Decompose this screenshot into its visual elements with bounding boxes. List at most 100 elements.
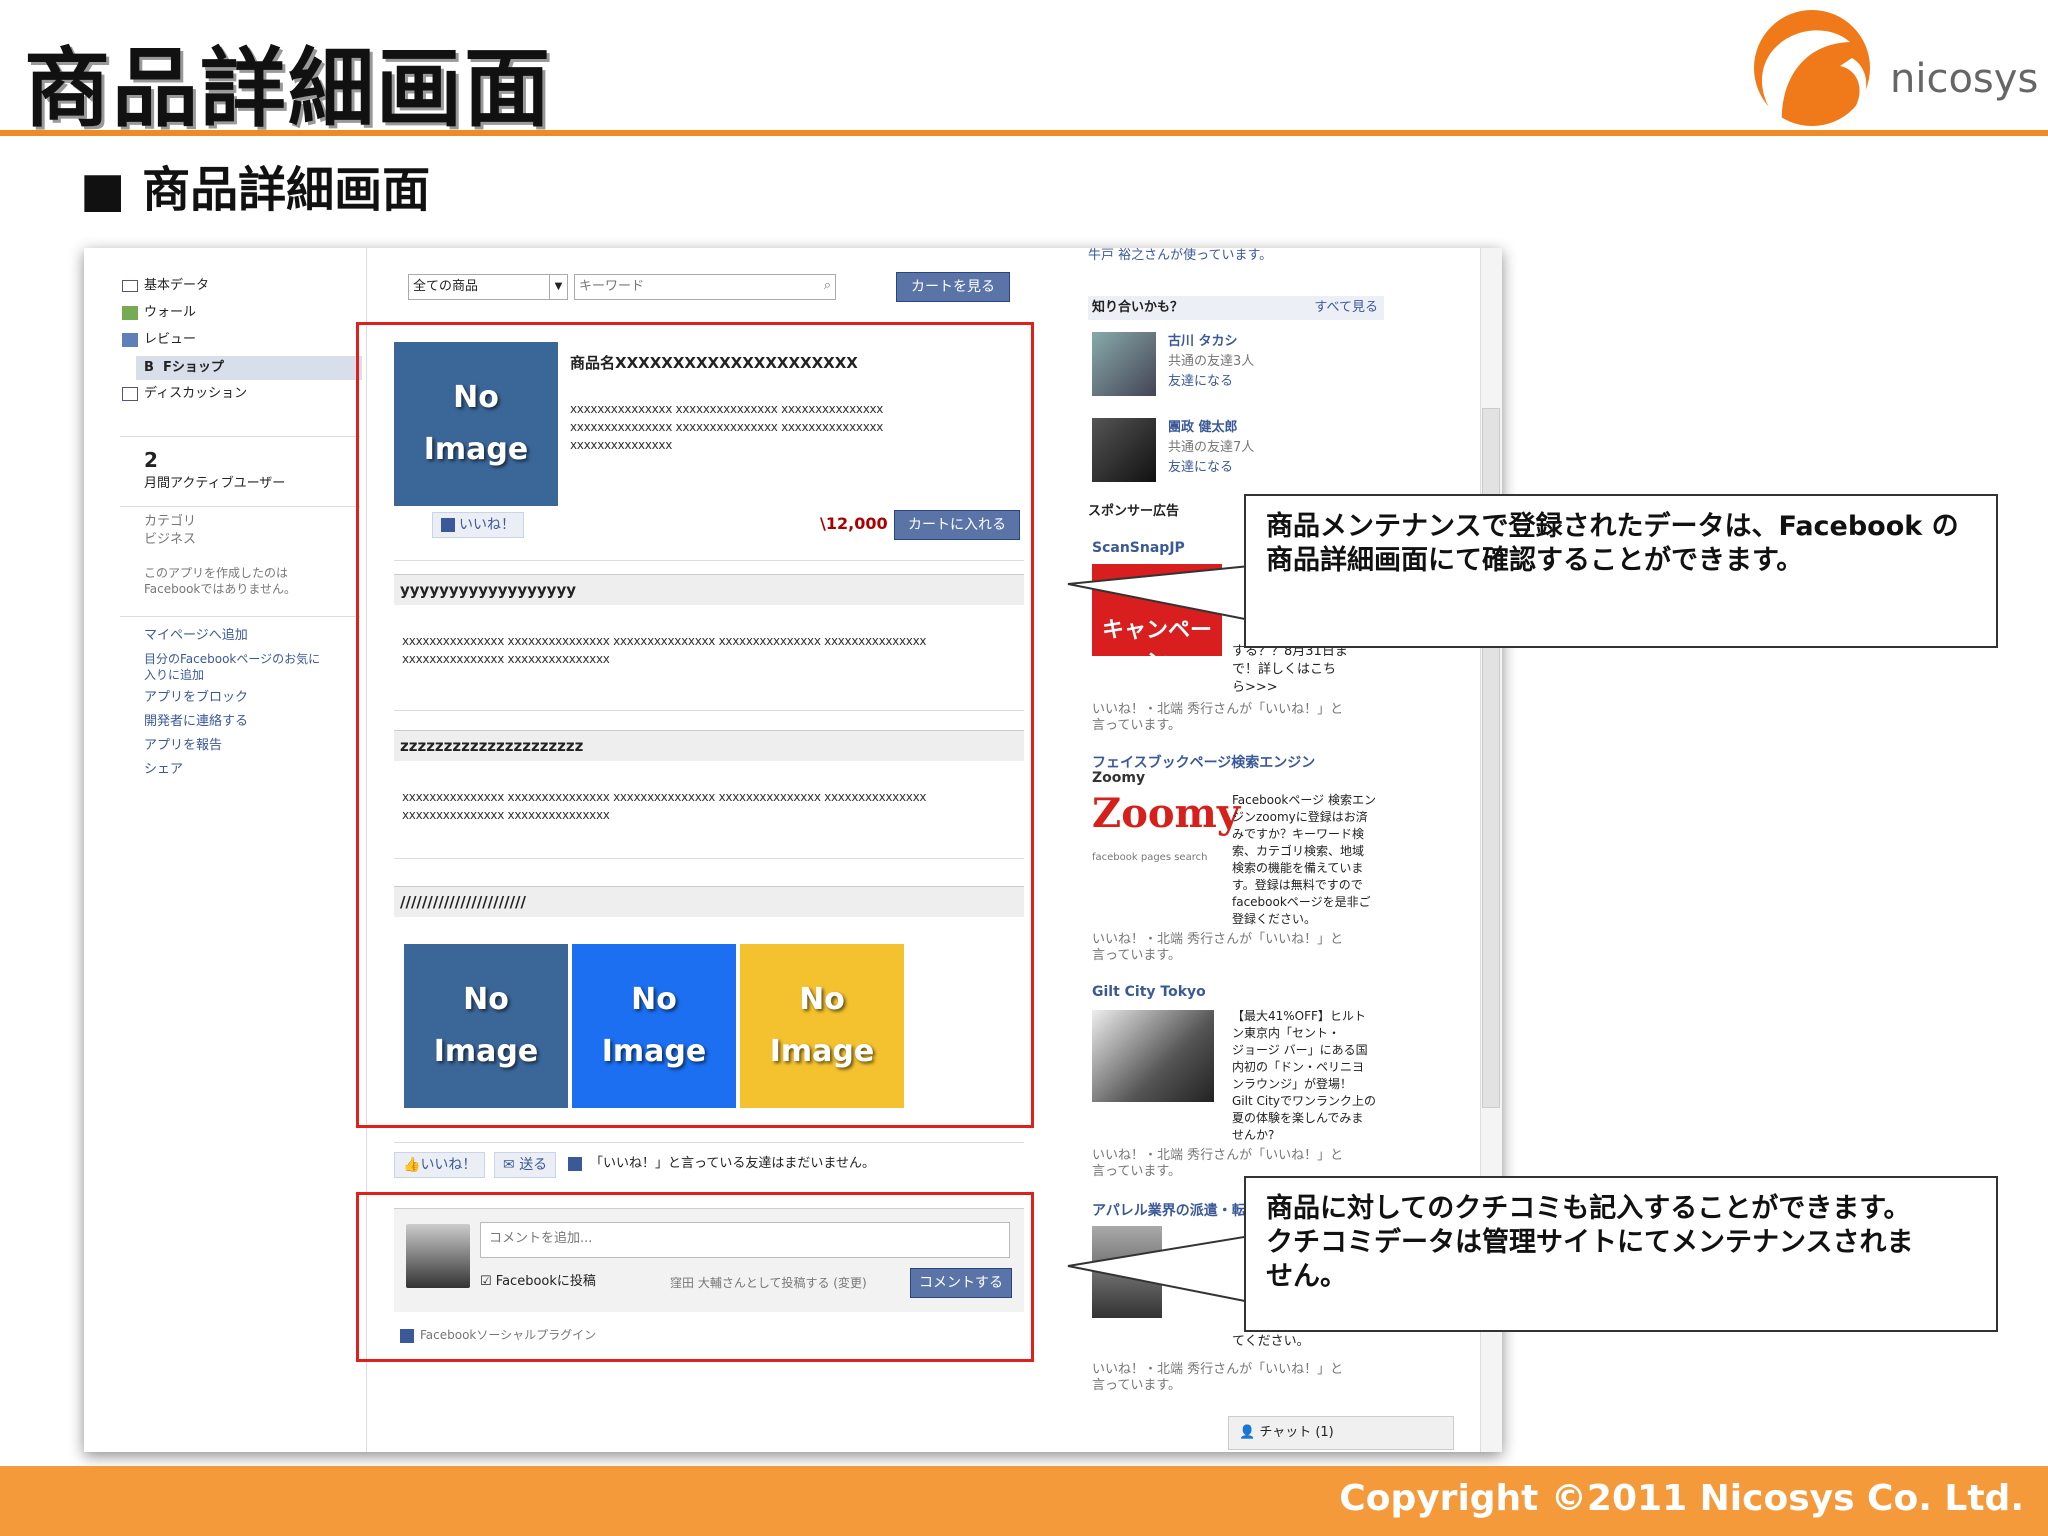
app-used-by[interactable]: 牛戸 裕之さんが使っています。: [1088, 248, 1272, 265]
block-app-link[interactable]: アプリをブロック: [144, 690, 248, 707]
nav-label: ウォール: [144, 305, 197, 320]
ad-text-block: 【最大41%OFF】ヒルト ン東京内「セント・ジョージ バー」にある国 内初の「ドン…: [1232, 1008, 1376, 1144]
add-favorite-link[interactable]: 目分のFacebookページのお気に: [144, 652, 320, 668]
chat-bar[interactable]: 👤 チャット (1): [1228, 1416, 1454, 1450]
slide-title: 商品詳細画面: [24, 39, 552, 139]
app-note: このアプリを作成したのは: [144, 566, 289, 580]
logo-text: nicosys: [1890, 56, 2039, 102]
section-heading: ■ 商品詳細画面: [80, 162, 431, 218]
report-app-link[interactable]: アプリを報告: [144, 738, 222, 755]
category-value: ビジネス: [144, 532, 197, 547]
no-likes-label: 「いいね！」と言っている友達はまだいません。: [590, 1156, 875, 1171]
callout-pointer: [1067, 564, 1251, 622]
add-to-mypage-link[interactable]: マイページへ追加: [144, 628, 248, 645]
comment-highlight: [356, 1192, 1034, 1362]
category-select[interactable]: 全ての商品 ▼: [408, 274, 568, 300]
pymk-header: 知り合いかも？ すべて見る: [1088, 296, 1384, 320]
ad-text: 登録ください。: [1232, 912, 1317, 926]
discussion-icon: [122, 387, 138, 401]
callout-text: 商品に対してのクチコミも記入することができます。: [1266, 1193, 1911, 1224]
friend-name[interactable]: 團政 健太郎: [1168, 420, 1238, 437]
add-friend-link[interactable]: 友達になる: [1168, 460, 1233, 477]
ad-text: 【最大41%OFF】ヒルト: [1232, 1009, 1366, 1023]
pymk-title: 知り合いかも？: [1092, 300, 1184, 315]
send-icon: ✉: [503, 1157, 520, 1173]
add-friend-link[interactable]: 友達になる: [1168, 374, 1233, 391]
ad-likes: 言っています。: [1092, 1164, 1182, 1179]
keyword-search-input[interactable]: キーワード ⌕: [574, 274, 836, 300]
friend-name[interactable]: 古川 タカシ: [1168, 334, 1238, 351]
callout-text: せん。: [1266, 1261, 1347, 1292]
ad-text: ン東京内「セント・: [1232, 1026, 1341, 1040]
ad-title[interactable]: アパレル業界の派遣・転: [1092, 1200, 1246, 1220]
like-label: いいね！: [420, 1157, 477, 1173]
contact-dev-link[interactable]: 開発者に連絡する: [144, 714, 248, 731]
thumbs-up-icon: 👍: [403, 1157, 421, 1173]
ad-likes: 言っています。: [1092, 948, 1182, 963]
left-sidebar: 基本データ ウォール レビュー B Fショップ ディスカッション 2 月間アクテ…: [84, 248, 367, 1452]
nav-label: 基本データ: [144, 278, 210, 293]
ad-likes: いいね！・北端 秀行さんが「いいね！」と: [1092, 702, 1344, 717]
ad-likes: いいね！・北端 秀行さんが「いいね！」と: [1092, 1362, 1344, 1377]
nav-fshop[interactable]: B Fショップ: [136, 356, 362, 380]
ad-text: で！詳しくはこち: [1232, 662, 1337, 677]
see-all-link[interactable]: すべて見る: [1314, 300, 1378, 317]
friend-photo[interactable]: [1092, 418, 1156, 482]
ad-text: す。登録は無料ですので: [1232, 878, 1363, 892]
ad-text: ジンzoomyに登録はお済: [1232, 810, 1368, 824]
mau-count: 2: [144, 448, 158, 472]
fshop-icon: B: [144, 360, 163, 375]
mutual-friends: 共通の友達3人: [1168, 354, 1255, 369]
friend-photo[interactable]: [1092, 332, 1156, 396]
ad-text: Facebookページ 検索エン: [1232, 793, 1376, 807]
callout-text: 商品詳細画面にて確認することができます。: [1266, 545, 1804, 576]
ad-text-block: Facebookページ 検索エン ジンzoomyに登録はお済 みですか？キーワード検…: [1232, 792, 1376, 928]
no-friends-like-text: 「いいね！」と言っている友達はまだいません。: [568, 1156, 875, 1173]
page-like-button[interactable]: 👍いいね！: [394, 1152, 486, 1178]
ad-title[interactable]: フェイスブックページ検索エンジン: [1092, 752, 1315, 772]
wall-icon: [122, 306, 138, 320]
nav-basic-data[interactable]: 基本データ: [122, 278, 210, 295]
callout-text: クチコミデータは管理サイトにてメンテナンスされま: [1266, 1227, 1914, 1258]
zoomy-logo-sub: facebook pages search: [1092, 852, 1208, 863]
divider: [120, 616, 360, 617]
app-note: Facebookではありません。: [144, 582, 297, 596]
ad-image[interactable]: [1092, 1010, 1214, 1102]
ad-text: せんか?: [1232, 1128, 1275, 1142]
ad-text: ら>>>: [1232, 680, 1278, 695]
ad-text: 夏の体験を楽しんでみま: [1232, 1111, 1364, 1125]
nav-label: ディスカッション: [144, 386, 248, 401]
ad-text: ンラウンジ」が登場！: [1232, 1077, 1353, 1091]
nav-wall[interactable]: ウォール: [122, 305, 197, 322]
ad-text: 検索の機能を備えていま: [1232, 861, 1364, 875]
send-label: 送る: [519, 1157, 548, 1173]
share-link[interactable]: シェア: [144, 762, 183, 779]
search-placeholder: キーワード: [579, 279, 645, 294]
nav-discussion[interactable]: ディスカッション: [122, 386, 248, 403]
ad-text: 索、カテゴリ検索、地域: [1232, 844, 1365, 858]
nav-review[interactable]: レビュー: [122, 332, 197, 349]
chevron-down-icon: ▼: [549, 275, 567, 299]
ad-likes: いいね！・北端 秀行さんが「いいね！」と: [1092, 1148, 1344, 1163]
ad-text: 内初の「ドン・ペリニヨ: [1232, 1060, 1365, 1074]
info-icon: [122, 280, 138, 292]
star-icon: [122, 333, 138, 347]
add-favorite-link-cont[interactable]: 入りに追加: [144, 668, 204, 684]
category-select-value: 全ての商品: [413, 279, 479, 294]
view-cart-button[interactable]: カートを見る: [896, 272, 1010, 302]
divider: [120, 436, 360, 437]
ad-title[interactable]: Zoomy: [1092, 770, 1145, 786]
chat-icon: 👤: [1239, 1425, 1260, 1440]
ad-text: Gilt Cityでワンランク上の: [1232, 1094, 1377, 1108]
ad-title[interactable]: ScanSnapJP: [1092, 540, 1185, 556]
ad-title[interactable]: Gilt City Tokyo: [1092, 984, 1206, 1000]
nav-label: レビュー: [144, 332, 197, 347]
product-detail-highlight: [356, 322, 1034, 1128]
search-icon: ⌕: [823, 278, 831, 293]
ad-text: ジョージ バー」にある国: [1232, 1043, 1368, 1057]
zoomy-logo[interactable]: Zoomy: [1092, 790, 1240, 837]
mau-label: 月間アクティブユーザー: [144, 476, 286, 491]
send-button[interactable]: ✉ 送る: [494, 1152, 557, 1178]
divider: [394, 1142, 1024, 1143]
ad-text: みですか？キーワード検: [1232, 827, 1365, 841]
